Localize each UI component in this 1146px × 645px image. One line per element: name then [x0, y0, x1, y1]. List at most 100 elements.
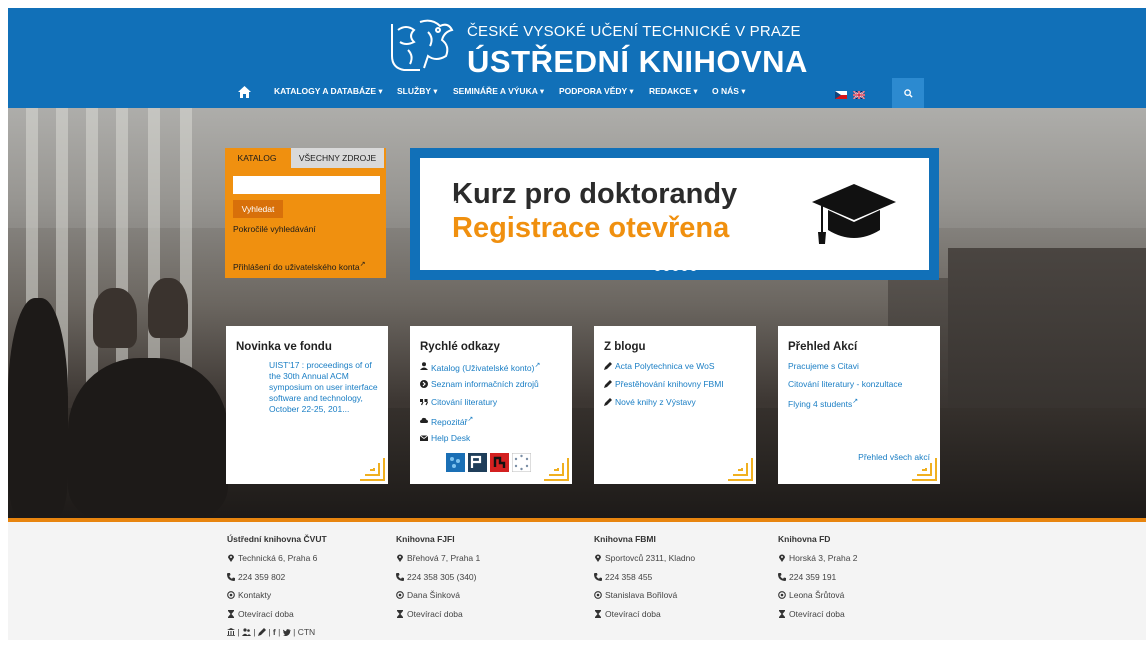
footer-address-text: Horská 3, Praha 2 [789, 553, 858, 563]
card-new-acquisition: Novinka ve fondu UIST'17 : proceedings o… [226, 326, 388, 484]
arrow-circle-icon [420, 380, 428, 388]
czech-flag-icon[interactable] [835, 91, 847, 99]
footer-contact-text: Leona Šrůtová [789, 590, 845, 600]
nav-seminare[interactable]: SEMINÁŘE A VÝUKA ▾ [453, 86, 544, 97]
login-link[interactable]: Přihlášení do uživatelského konta↗ [233, 260, 366, 272]
footer-phone-text: 224 358 305 (340) [407, 571, 477, 582]
footer-title: Knihovna FJFI [396, 534, 455, 544]
home-icon[interactable] [238, 86, 251, 98]
pencil-icon[interactable] [257, 628, 266, 636]
footer-contact-link[interactable]: Leona Šrůtová [778, 590, 948, 609]
proquest-icon[interactable] [468, 453, 487, 472]
social-separator: | [253, 627, 256, 637]
footer-col-fjfi: Knihovna FJFI Břehová 7, Praha 1 224 358… [396, 534, 566, 627]
tab-all-sources[interactable]: VŠECHNY ZDROJE [291, 148, 384, 168]
footer-contact-text: Kontakty [238, 590, 272, 600]
ctn-link[interactable]: CTN [298, 627, 315, 637]
quick-link-label: Katalog (Uživatelské konto) [431, 362, 535, 373]
event-link[interactable]: Citování literatury - konzultace [788, 379, 902, 395]
pencil-icon [604, 380, 612, 388]
at-icon [594, 591, 602, 599]
footer-contact-text: Stanislava Bořilová [605, 590, 678, 600]
banner-subtitle: Registrace otevřena [452, 212, 730, 244]
footer-title: Knihovna FD [778, 534, 831, 544]
blog-post-link[interactable]: Nové knihy z Výstavy [604, 396, 754, 414]
footer-hours-link[interactable]: Otevírací doba [227, 609, 397, 628]
page: ČESKÉ VYSOKÉ UČENÍ TECHNICKÉ V PRAZE ÚST… [0, 0, 1146, 645]
card-blog: Z blogu Acta Polytechnica ve WoS Přestěh… [594, 326, 756, 484]
nav-o-nas[interactable]: O NÁS ▾ [712, 86, 746, 97]
quick-link-label: Repozitář [431, 416, 468, 427]
quick-link-label: Citování literatury [431, 397, 498, 407]
blog-list: Acta Polytechnica ve WoS Přestěhování kn… [604, 360, 754, 414]
search-submit-button[interactable]: Vyhledat [233, 200, 283, 218]
card-title: Rychlé odkazy [420, 341, 500, 353]
slide-dot[interactable] [690, 264, 697, 271]
event-link[interactable]: Pracujeme s Citavi [788, 361, 859, 377]
blog-post-link[interactable]: Acta Polytechnica ve WoS [604, 360, 754, 378]
external-link-icon: ↗ [852, 398, 859, 405]
blog-post-link[interactable]: Přestěhování knihovny FBMI [604, 378, 754, 396]
catalog-search-input[interactable] [233, 176, 380, 194]
blog-post-label: Přestěhování knihovny FBMI [615, 379, 724, 389]
advanced-search-link[interactable]: Pokročilé vyhledávání [233, 224, 316, 234]
search-button[interactable] [892, 78, 924, 108]
facebook-icon[interactable]: f [273, 627, 276, 637]
slide-dot[interactable] [663, 264, 670, 271]
next-slide-arrow-icon[interactable] [897, 200, 907, 214]
repository-icons [446, 453, 531, 472]
quick-link-zdroje[interactable]: Seznam informačních zdrojů [420, 378, 570, 396]
slide-dots [654, 264, 697, 271]
cvut-lion-logo[interactable] [384, 16, 456, 76]
hero-window-bar [86, 108, 98, 408]
uk-flag-icon[interactable] [853, 91, 865, 99]
museum-icon[interactable] [227, 628, 235, 636]
hero-window-bar [180, 108, 192, 388]
footer-hours-link[interactable]: Otevírací doba [778, 609, 948, 628]
nav-sluzby[interactable]: SLUŽBY ▾ [397, 86, 437, 97]
tab-catalog[interactable]: KATALOG [229, 148, 285, 168]
course-banner[interactable]: Kurz pro doktorandy Registrace otevřena [410, 148, 939, 280]
university-name: ČESKÉ VYSOKÉ UČENÍ TECHNICKÉ V PRAZE [467, 23, 801, 40]
quick-link-repozitar[interactable]: Repozitář↗ [420, 414, 570, 432]
card-corner-decoration [728, 458, 753, 481]
slide-dot[interactable] [681, 264, 688, 271]
footer-hours-text: Otevírací doba [789, 608, 845, 619]
social-separator: | [293, 627, 296, 637]
prev-slide-arrow-icon[interactable] [448, 200, 458, 214]
footer-hours-link[interactable]: Otevírací doba [594, 609, 764, 628]
footer-phone-text: 224 358 455 [605, 571, 653, 582]
quote-icon [420, 399, 428, 406]
footer-hours-text: Otevírací doba [407, 608, 463, 619]
event-link[interactable]: Flying 4 students↗ [788, 397, 858, 413]
slide-dot-active[interactable] [672, 264, 679, 271]
phone-icon [396, 572, 404, 581]
card-corner-decoration [912, 458, 937, 481]
quick-link-citovani[interactable]: Citování literatury [420, 396, 570, 414]
library-name[interactable]: ÚSTŘEDNÍ KNIHOVNA [467, 44, 808, 80]
social-separator: | [268, 627, 271, 637]
footer-contact-link[interactable]: Stanislava Bořilová [594, 590, 764, 609]
map-marker-icon [779, 554, 785, 562]
users-icon[interactable] [241, 628, 251, 636]
site-footer: Ústřední knihovna ČVUT Technická 6, Prah… [8, 522, 1146, 640]
nav-redakce[interactable]: REDAKCE ▾ [649, 86, 698, 97]
loading-dots-icon[interactable] [512, 453, 531, 472]
slide-dot[interactable] [654, 264, 661, 271]
external-link-icon: ↗ [359, 261, 366, 268]
footer-phone: 224 359 802 [227, 572, 397, 591]
footer-hours-link[interactable]: Otevírací doba [396, 609, 566, 628]
pdf-icon[interactable] [490, 453, 509, 472]
twitter-icon[interactable] [282, 629, 291, 637]
footer-contact-link[interactable]: Kontakty [227, 590, 397, 609]
new-acquisition-link[interactable]: UIST'17 : proceedings of of the 30th Ann… [269, 360, 383, 415]
quick-link-helpdesk[interactable]: Help Desk [420, 432, 570, 450]
footer-contact-link[interactable]: Dana Šinková [396, 590, 566, 609]
nav-podpora[interactable]: PODPORA VĚDY ▾ [559, 86, 634, 97]
blog-post-label: Nové knihy z Výstavy [615, 397, 696, 407]
card-corner-decoration [544, 458, 569, 481]
nav-katalogy[interactable]: KATALOGY A DATABÁZE ▾ [274, 86, 383, 97]
quick-link-katalog[interactable]: Katalog (Uživatelské konto)↗ [420, 360, 570, 378]
dspace-icon[interactable] [446, 453, 465, 472]
hourglass-icon [397, 609, 403, 618]
